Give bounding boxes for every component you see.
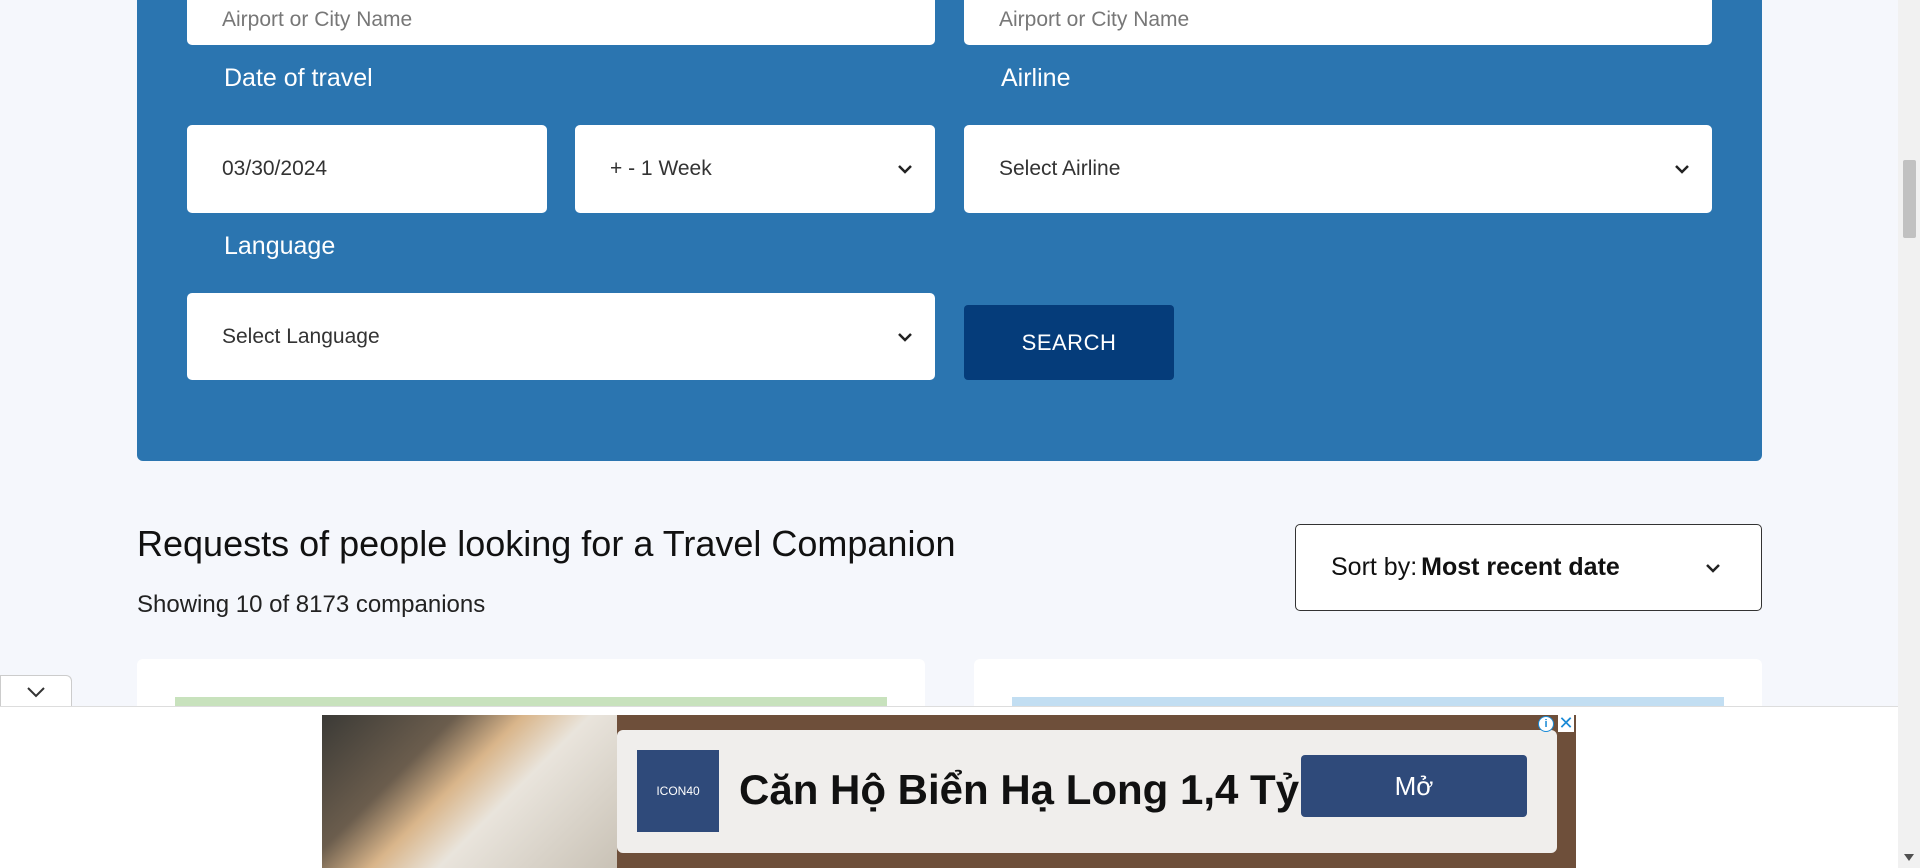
date-range-select[interactable]: + - 1 Week (575, 125, 935, 213)
chevron-down-icon (898, 332, 912, 342)
sort-value: Most recent date (1421, 553, 1620, 581)
info-icon[interactable]: i (1538, 716, 1554, 732)
sort-label: Sort by: (1331, 553, 1418, 581)
from-placeholder: Airport or City Name (222, 7, 413, 31)
ad-collapse-tab[interactable] (0, 675, 72, 707)
date-input[interactable]: 03/30/2024 (187, 125, 547, 213)
results-count: Showing 10 of 8173 companions (137, 591, 486, 618)
chevron-down-icon (27, 686, 45, 697)
airline-value: Select Airline (999, 157, 1121, 180)
results-heading: Requests of people looking for a Travel … (137, 523, 956, 564)
from-input[interactable]: Airport or City Name (187, 0, 935, 45)
search-button[interactable]: SEARCH (964, 305, 1174, 380)
ad-image (322, 715, 617, 868)
sort-select[interactable]: Sort by: Most recent date (1295, 524, 1762, 611)
date-range-value: + - 1 Week (610, 157, 712, 180)
close-icon[interactable]: ✕ (1558, 713, 1574, 733)
date-value: 03/30/2024 (222, 157, 328, 180)
airline-select[interactable]: Select Airline (964, 125, 1712, 213)
ad-open-button[interactable]: Mở (1301, 755, 1527, 817)
chevron-down-icon (898, 165, 912, 174)
search-panel: Airport or City Name Airport or City Nam… (137, 0, 1762, 461)
chevron-down-icon (1706, 563, 1720, 573)
language-select[interactable]: Select Language (187, 293, 935, 380)
chevron-down-icon (1675, 165, 1689, 174)
scrollbar-thumb[interactable] (1903, 160, 1916, 238)
ad-headline: Căn Hộ Biển Hạ Long 1,4 Tỷ (739, 766, 1300, 813)
airline-label: Airline (1001, 64, 1071, 92)
to-placeholder: Airport or City Name (999, 7, 1190, 31)
ad-logo: ICON40 (637, 750, 719, 832)
to-input[interactable]: Airport or City Name (964, 0, 1712, 45)
ad-card: ICON40 Căn Hộ Biển Hạ Long 1,4 Tỷ Mở (617, 730, 1557, 853)
language-value: Select Language (222, 324, 380, 348)
ad-banner[interactable]: ICON40 Căn Hộ Biển Hạ Long 1,4 Tỷ Mở (322, 715, 1576, 868)
scrollbar[interactable] (1898, 0, 1920, 868)
date-label: Date of travel (224, 64, 373, 92)
language-label: Language (224, 232, 336, 260)
scroll-down-icon[interactable] (1904, 854, 1914, 862)
